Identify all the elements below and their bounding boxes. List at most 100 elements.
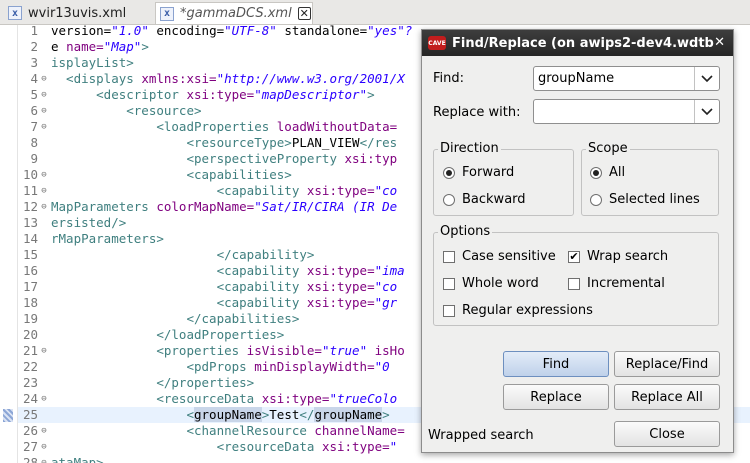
- line-number: 26: [22, 423, 38, 438]
- fold-toggle-icon[interactable]: ⊖: [39, 103, 49, 119]
- line-text: <capability xsi:type="co: [51, 183, 398, 199]
- line-text: </capability>: [51, 247, 315, 263]
- code-token: "UTF-8": [224, 25, 277, 38]
- all-radio[interactable]: All: [590, 165, 625, 180]
- radio-icon: [590, 193, 602, 206]
- replace-all-button[interactable]: Replace All: [614, 384, 720, 410]
- find-input[interactable]: groupName: [538, 71, 614, 86]
- chevron-down-icon[interactable]: [694, 100, 719, 123]
- code-token: <resourceData: [51, 391, 262, 406]
- search-match: groupName: [314, 407, 383, 422]
- line-text: ataMap>: [51, 455, 104, 463]
- incremental-checkbox[interactable]: Incremental: [568, 276, 665, 291]
- case-sensitive-label: Case sensitive: [462, 249, 556, 264]
- fold-toggle-icon[interactable]: ⊖: [39, 343, 49, 359]
- line-number: 27: [22, 439, 38, 454]
- line-number: 5: [30, 87, 38, 102]
- code-token: <capability: [51, 279, 307, 294]
- replace-combo[interactable]: [533, 99, 720, 124]
- line-text: <channelResource channelName=: [51, 423, 405, 439]
- annotation-ruler: [0, 25, 18, 463]
- direction-group: Direction Forward Backward: [433, 141, 574, 216]
- code-token: "http://www.w3.org/2001/X: [216, 71, 405, 86]
- fold-toggle-icon[interactable]: ⊖: [39, 455, 49, 463]
- fold-toggle-icon[interactable]: ⊖: [39, 391, 49, 407]
- code-token: isplayList>: [51, 55, 134, 70]
- code-token: minDisplayWidth=: [254, 359, 375, 374]
- dialog-title-bar[interactable]: CAVE Find/Replace (on awips2-dev4.wdtb ✕: [422, 30, 733, 56]
- line-number: 2: [30, 39, 38, 54]
- code-token: "0: [374, 359, 390, 374]
- cave-logo-icon: CAVE: [428, 36, 446, 50]
- replace-button[interactable]: Replace: [503, 384, 609, 410]
- checkbox-icon: [443, 250, 455, 263]
- fold-toggle-icon[interactable]: ⊖: [39, 71, 49, 87]
- forward-label: Forward: [462, 165, 515, 180]
- regular-expressions-label: Regular expressions: [462, 303, 593, 318]
- close-button[interactable]: Close: [614, 421, 720, 447]
- code-token: PLAN_VIEW: [291, 135, 360, 150]
- forward-radio[interactable]: Forward: [443, 165, 514, 180]
- chevron-down-icon[interactable]: [694, 67, 719, 90]
- editor-tab-bar: x wvir13uvis.xml x *gammaDCS.xml ✕: [0, 0, 750, 25]
- line-text: <groupName>Test</groupName>: [51, 407, 390, 423]
- tab-gammadcs[interactable]: x *gammaDCS.xml ✕: [155, 2, 313, 24]
- line-number: 25: [22, 407, 38, 422]
- selected-lines-radio[interactable]: Selected lines: [590, 192, 700, 207]
- backward-radio[interactable]: Backward: [443, 192, 526, 207]
- code-token: "co: [374, 279, 398, 294]
- code-token: xsi:type=: [306, 183, 375, 198]
- fold-toggle-icon[interactable]: ⊖: [39, 183, 49, 199]
- line-text: <displays xmlns:xsi="http://www.w3.org/2…: [51, 71, 405, 87]
- code-token: <channelResource: [51, 423, 315, 438]
- radio-icon: [443, 193, 455, 206]
- find-combo[interactable]: groupName: [533, 66, 720, 91]
- all-label: All: [609, 165, 626, 180]
- tab-wvir13uvis[interactable]: x wvir13uvis.xml: [4, 2, 150, 24]
- line-text: <loadProperties loadWithoutData=: [51, 119, 397, 135]
- close-dialog-icon[interactable]: ✕: [714, 35, 725, 50]
- line-number: 6: [30, 103, 38, 118]
- code-token: xsi:type=: [186, 87, 255, 102]
- whole-word-checkbox[interactable]: Whole word: [443, 276, 539, 291]
- fold-toggle-icon[interactable]: ⊖: [39, 439, 49, 455]
- xml-file-icon: x: [160, 6, 174, 21]
- line-number: 8: [30, 135, 38, 150]
- scope-group: Scope All Selected lines: [581, 141, 719, 216]
- backward-label: Backward: [462, 192, 526, 207]
- fold-toggle-icon[interactable]: ⊖: [39, 119, 49, 135]
- code-line[interactable]: 28 ⊖ ataMap>: [18, 455, 750, 463]
- wrap-search-checkbox[interactable]: ✔ Wrap search: [568, 249, 668, 264]
- line-number: 14: [22, 231, 38, 246]
- line-text: </capabilities>: [51, 311, 299, 327]
- dialog-title: Find/Replace (on awips2-dev4.wdtb: [452, 35, 714, 51]
- line-number: 23: [22, 375, 38, 390]
- fold-toggle-icon[interactable]: ⊖: [39, 423, 49, 439]
- close-tab-icon[interactable]: ✕: [297, 7, 311, 20]
- code-token: xsi:type=: [306, 279, 375, 294]
- code-token: standalone=: [276, 25, 368, 38]
- fold-toggle-icon[interactable]: ⊖: [39, 167, 49, 183]
- wrap-search-label: Wrap search: [587, 249, 669, 264]
- code-token: <properties: [51, 343, 247, 358]
- code-token: channelName=: [314, 423, 405, 438]
- code-token: </res: [359, 135, 398, 150]
- fold-toggle-icon[interactable]: ⊖: [39, 87, 49, 103]
- search-match: groupName: [194, 407, 262, 422]
- regular-expressions-checkbox[interactable]: Regular expressions: [443, 303, 593, 318]
- line-text: </loadProperties>: [51, 327, 284, 343]
- line-number: 16: [22, 263, 38, 278]
- code-token: "true": [321, 343, 368, 358]
- code-token: xsi:type=: [306, 295, 375, 310]
- code-token: version=: [51, 25, 112, 38]
- fold-toggle-icon[interactable]: ⊖: [39, 199, 49, 215]
- code-token: "mapDescriptor": [254, 87, 368, 102]
- code-token: ": [389, 439, 398, 454]
- line-number: 24: [22, 391, 38, 406]
- code-token: "trueColo: [329, 391, 398, 406]
- line-number: 11: [22, 183, 38, 198]
- checkbox-icon: [443, 277, 455, 290]
- replace-find-button[interactable]: Replace/Find: [614, 351, 720, 377]
- find-button[interactable]: Find: [503, 351, 609, 377]
- case-sensitive-checkbox[interactable]: Case sensitive: [443, 249, 556, 264]
